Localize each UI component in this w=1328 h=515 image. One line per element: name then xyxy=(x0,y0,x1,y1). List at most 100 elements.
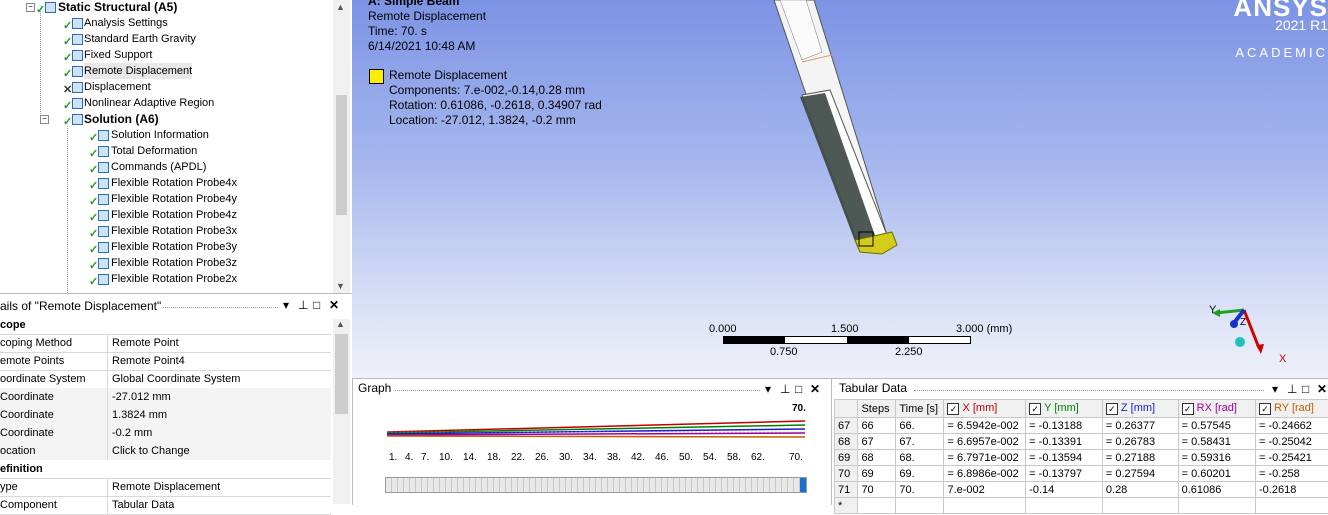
details-row[interactable]: ComponentTabular Data xyxy=(0,496,331,515)
details-value[interactable]: Remote Point xyxy=(112,334,179,352)
details-value[interactable]: Remote Point4 xyxy=(112,352,185,370)
table-cell[interactable]: = 0.59316 xyxy=(1178,450,1255,466)
table-cell[interactable]: = 0.58431 xyxy=(1178,434,1255,450)
column-checkbox[interactable]: ✓ xyxy=(1182,403,1194,415)
graph-plot[interactable] xyxy=(385,417,810,445)
details-value[interactable]: -27.012 mm xyxy=(112,388,171,406)
tree-item[interactable]: Fixed Support xyxy=(84,47,152,63)
table-cell[interactable]: = -0.13391 xyxy=(1026,434,1103,450)
details-value[interactable]: 1.3824 mm xyxy=(112,406,167,424)
scroll-down-icon[interactable]: ▼ xyxy=(336,281,345,291)
collapse-icon[interactable]: − xyxy=(40,115,49,124)
details-value[interactable]: Tabular Data xyxy=(112,496,174,514)
details-row[interactable]: Coordinate-27.012 mm xyxy=(0,388,331,407)
pin-icon[interactable]: ⊥ xyxy=(780,382,790,396)
table-header[interactable]: ✓RX [rad] xyxy=(1178,400,1255,418)
table-row[interactable]: 717070.7.e-002-0.140.280.61086-0.2618 xyxy=(835,482,1328,498)
maximize-icon[interactable]: □ xyxy=(795,382,802,396)
column-checkbox[interactable]: ✓ xyxy=(947,403,959,415)
pin-icon[interactable]: ⊥ xyxy=(1287,382,1297,396)
table-cell[interactable]: = 0.60201 xyxy=(1178,466,1255,482)
column-checkbox[interactable]: ✓ xyxy=(1029,403,1041,415)
table-cell[interactable]: = 6.7971e-002 xyxy=(944,450,1026,466)
details-row[interactable]: ocationClick to Change xyxy=(0,442,331,461)
tree-item[interactable]: Flexible Rotation Probe4y xyxy=(111,191,237,207)
details-group-header[interactable]: efinition xyxy=(0,460,331,479)
details-row[interactable]: ypeRemote Displacement xyxy=(0,478,331,497)
tree-item[interactable]: Commands (APDL) xyxy=(111,159,206,175)
table-row[interactable]: 696868.= 6.7971e-002= -0.13594= 0.27188=… xyxy=(835,450,1328,466)
table-cell[interactable]: = 6.5942e-002 xyxy=(944,418,1026,434)
table-cell[interactable]: = -0.24662 xyxy=(1256,418,1328,434)
table-cell[interactable] xyxy=(1256,498,1328,514)
table-cell[interactable]: = -0.25421 xyxy=(1256,450,1328,466)
tree-scroll-thumb[interactable] xyxy=(336,95,347,215)
table-cell[interactable]: = 0.26783 xyxy=(1102,434,1178,450)
table-cell[interactable] xyxy=(1102,498,1178,514)
table-cell[interactable] xyxy=(944,498,1026,514)
details-group-header[interactable]: cope xyxy=(0,316,331,335)
details-row[interactable]: coping MethodRemote Point xyxy=(0,334,331,353)
graphics-viewport[interactable]: A: Simple Beam Remote Displacement Time:… xyxy=(352,0,1328,378)
table-cell[interactable]: 7.e-002 xyxy=(944,482,1026,498)
close-icon[interactable]: ✕ xyxy=(810,382,820,396)
details-scroll-thumb[interactable] xyxy=(335,334,348,414)
table-cell[interactable]: = -0.13797 xyxy=(1026,466,1103,482)
tree-item[interactable]: Remote Displacement xyxy=(84,63,192,79)
tree-item[interactable]: Flexible Rotation Probe4z xyxy=(111,207,237,223)
dropdown-icon[interactable]: ▾ xyxy=(1272,382,1278,396)
close-icon[interactable]: ✕ xyxy=(329,298,339,312)
column-checkbox[interactable]: ✓ xyxy=(1259,403,1271,415)
tree-item[interactable]: Flexible Rotation Probe3z xyxy=(111,255,237,271)
table-row[interactable]: 706969.= 6.8986e-002= -0.13797= 0.27594=… xyxy=(835,466,1328,482)
table-row[interactable]: * xyxy=(835,498,1328,514)
table-cell[interactable]: = -0.13188 xyxy=(1026,418,1103,434)
details-row[interactable]: Coordinate-0.2 mm xyxy=(0,424,331,443)
dropdown-icon[interactable]: ▾ xyxy=(765,382,771,396)
time-slider-thumb[interactable] xyxy=(800,478,806,492)
table-cell[interactable]: = -0.13594 xyxy=(1026,450,1103,466)
column-checkbox[interactable]: ✓ xyxy=(1106,403,1118,415)
table-cell[interactable]: -0.2618 xyxy=(1256,482,1328,498)
close-icon[interactable]: ✕ xyxy=(1317,382,1327,396)
table-cell[interactable]: = -0.25042 xyxy=(1256,434,1328,450)
details-row[interactable]: oordinate SystemGlobal Coordinate System xyxy=(0,370,331,389)
table-cell[interactable]: = 6.8986e-002 xyxy=(944,466,1026,482)
details-scrollbar[interactable]: ▲ xyxy=(333,319,350,504)
table-cell[interactable]: 0.61086 xyxy=(1178,482,1255,498)
time-slider[interactable] xyxy=(385,477,807,493)
table-header[interactable]: ✓RY [rad] xyxy=(1256,400,1328,418)
table-cell[interactable]: = -0.258 xyxy=(1256,466,1328,482)
table-header[interactable]: ✓X [mm] xyxy=(944,400,1026,418)
tree-item[interactable]: Displacement xyxy=(84,79,151,95)
table-cell[interactable] xyxy=(1178,498,1255,514)
table-row[interactable]: 676666.= 6.5942e-002= -0.13188= 0.26377=… xyxy=(835,418,1328,434)
details-value[interactable]: Click to Change xyxy=(112,442,190,460)
table-cell[interactable]: = 6.6957e-002 xyxy=(944,434,1026,450)
tree-item[interactable]: Solution Information xyxy=(111,127,209,143)
tree-item[interactable]: Total Deformation xyxy=(111,143,197,159)
tree-item[interactable]: Flexible Rotation Probe4x xyxy=(111,175,237,191)
table-cell[interactable]: = 0.27188 xyxy=(1102,450,1178,466)
details-value[interactable]: Global Coordinate System xyxy=(112,370,240,388)
details-value[interactable]: Remote Displacement xyxy=(112,478,220,496)
table-cell[interactable] xyxy=(1026,498,1103,514)
scroll-up-icon[interactable]: ▲ xyxy=(336,319,345,329)
tree-item[interactable]: Standard Earth Gravity xyxy=(84,31,196,47)
details-row[interactable]: Coordinate1.3824 mm xyxy=(0,406,331,425)
table-cell[interactable]: 0.28 xyxy=(1102,482,1178,498)
details-row[interactable]: emote PointsRemote Point4 xyxy=(0,352,331,371)
pin-icon[interactable]: ⊥ xyxy=(298,298,308,312)
tree-item[interactable]: Static Structural (A5) xyxy=(58,0,177,15)
tree-item[interactable]: Flexible Rotation Probe2x xyxy=(111,271,237,287)
table-cell[interactable]: = 0.26377 xyxy=(1102,418,1178,434)
scroll-up-icon[interactable]: ▲ xyxy=(336,2,345,12)
collapse-icon[interactable]: − xyxy=(26,3,35,12)
tree-item[interactable]: Solution (A6) xyxy=(84,111,159,127)
tree-item[interactable]: Nonlinear Adaptive Region xyxy=(84,95,214,111)
tree-item[interactable]: Flexible Rotation Probe3x xyxy=(111,223,237,239)
maximize-icon[interactable]: □ xyxy=(1302,382,1309,396)
tree-item[interactable]: Analysis Settings xyxy=(84,15,168,31)
dropdown-icon[interactable]: ▾ xyxy=(283,298,289,312)
details-value[interactable]: -0.2 mm xyxy=(112,424,152,442)
